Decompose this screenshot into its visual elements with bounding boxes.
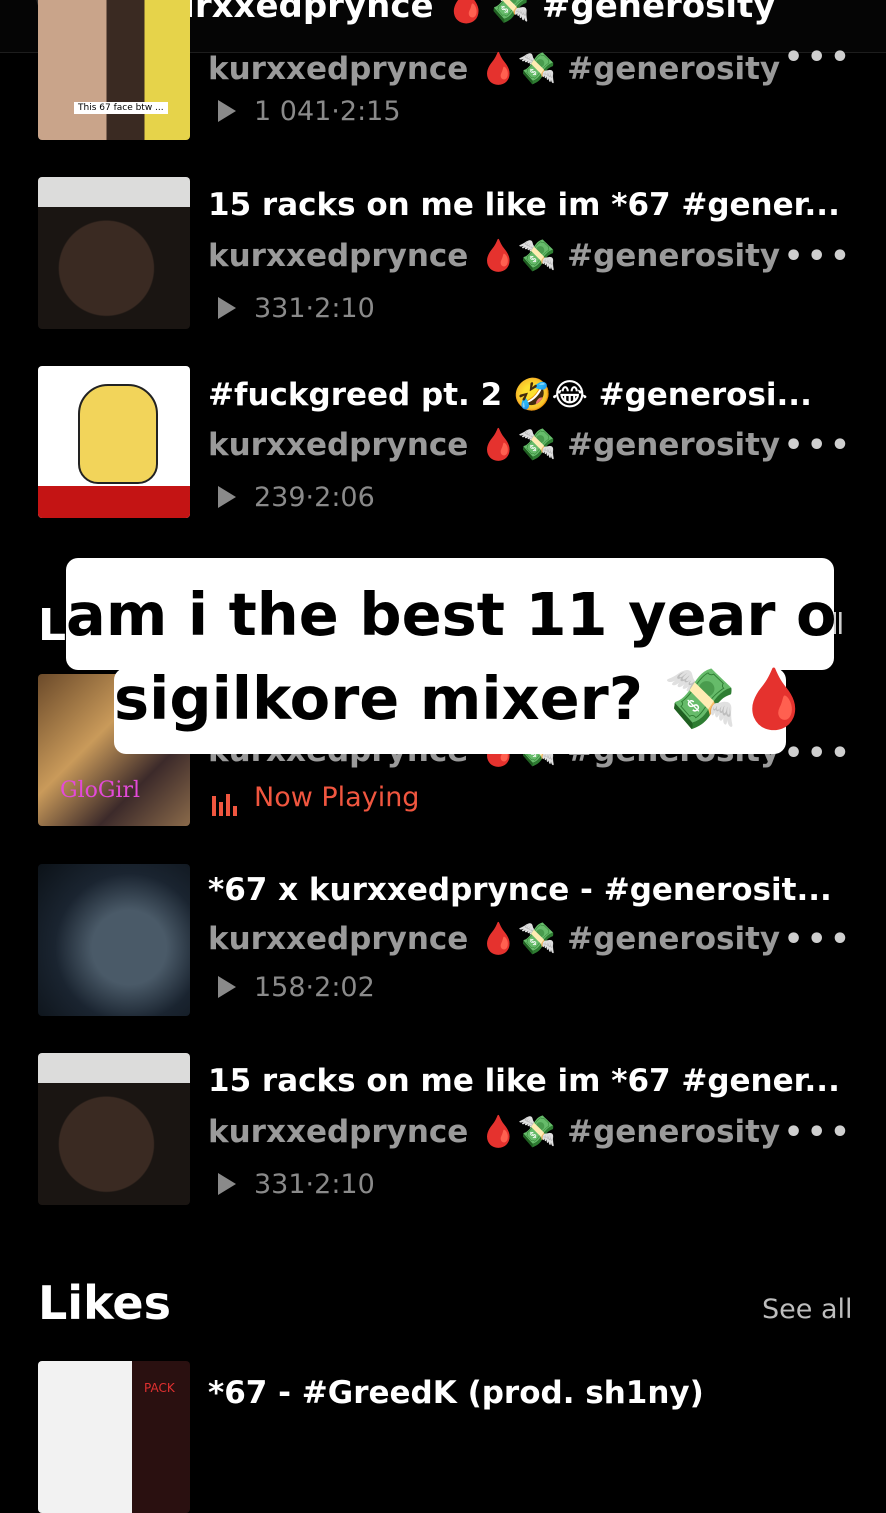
duration: 2:10 [314, 1169, 375, 1200]
track-artist: kurxxedprynce 🩸💸 #generosity [208, 238, 781, 274]
play-icon [218, 100, 236, 122]
track-row[interactable]: 15 racks on me like im *67 #gener... kur… [0, 1053, 886, 1205]
more-options-icon[interactable]: ••• [784, 428, 854, 463]
track-title: #fuckgreed pt. 2 🤣😂 #generosi... [208, 377, 812, 413]
duration: 2:06 [314, 482, 375, 513]
separator: · [331, 96, 340, 127]
track-artist: kurxxedprynce 🩸💸 #generosity [208, 51, 781, 87]
track-title: *67 - #GreedK (prod. sh1ny) [208, 1375, 704, 1411]
track-meta: 1 041·2:15 [218, 96, 401, 127]
now-playing-label: Now Playing [254, 782, 420, 813]
separator: · [305, 972, 315, 1003]
duration: 2:10 [314, 293, 375, 324]
thumb-blood [38, 486, 190, 518]
play-icon [218, 976, 236, 998]
thumb-overlay [38, 1053, 190, 1083]
play-count: 239 [254, 482, 306, 513]
caption-line-1: am i the best 11 year old [66, 580, 886, 649]
track-title: *67 x kurxxedprynce - #generosit... [208, 872, 832, 908]
track-meta: 331·2:10 [218, 1169, 375, 1200]
now-playing-indicator: Now Playing [212, 782, 419, 816]
play-count: 331 [254, 1169, 306, 1200]
track-row[interactable]: PACK *67 - #GreedK (prod. sh1ny) [0, 1361, 886, 1513]
play-count: 1 041 [254, 96, 332, 127]
more-options-icon[interactable]: ••• [784, 922, 854, 957]
track-thumbnail [38, 177, 190, 329]
play-icon [218, 297, 236, 319]
section-heading: L [38, 600, 67, 651]
separator: · [305, 293, 315, 324]
play-count: 331 [254, 293, 306, 324]
separator: · [305, 482, 315, 513]
track-artist: kurxxedprynce 🩸💸 #generosity [208, 921, 781, 957]
track-thumbnail: This 67 face btw ... [38, 0, 190, 140]
more-options-icon[interactable]: ••• [784, 239, 854, 274]
likes-heading: Likes [38, 1276, 172, 1330]
more-options-icon[interactable]: ••• [784, 1115, 854, 1150]
see-all-link[interactable]: See all [762, 1294, 853, 1325]
track-meta: 158·2:02 [218, 972, 375, 1003]
track-row[interactable]: *67 x kurxxedprynce - #generosit... kurx… [0, 864, 886, 1016]
track-thumbnail [38, 1053, 190, 1205]
track-row[interactable]: 15 racks on me like im *67 #gener... kur… [0, 177, 886, 329]
more-options-icon[interactable]: ••• [784, 40, 854, 75]
track-title: 15 racks on me like im *67 #gener... [208, 1063, 840, 1099]
separator: · [305, 1169, 315, 1200]
thumb-caption: This 67 face btw ... [74, 102, 168, 114]
equalizer-icon [212, 785, 240, 816]
track-artist: kurxxedprynce 🩸💸 #generosity [208, 427, 781, 463]
track-thumbnail [38, 864, 190, 1016]
duration: 2:15 [339, 96, 401, 127]
thumb-caption: PACK [144, 1381, 175, 1395]
play-count: 158 [254, 972, 306, 1003]
track-row[interactable]: This 67 face btw ... kurxxedprynce 🩸💸 #g… [0, 0, 886, 140]
play-icon [218, 1173, 236, 1195]
duration: 2:02 [314, 972, 375, 1003]
more-options-icon[interactable]: ••• [784, 736, 854, 771]
track-artist: kurxxedprynce 🩸💸 #generosity [208, 1114, 781, 1150]
play-icon [218, 486, 236, 508]
thumb-caption: GloGirl [60, 778, 141, 803]
thumb-overlay [38, 177, 190, 207]
track-thumbnail: PACK [38, 1361, 190, 1513]
thumb-character [78, 384, 158, 484]
track-title: 15 racks on me like im *67 #gener... [208, 187, 840, 223]
track-meta: 331·2:10 [218, 293, 375, 324]
track-meta: 239·2:06 [218, 482, 375, 513]
caption-line-2: sigilkore mixer? 💸🩸 [114, 664, 811, 733]
track-row[interactable]: #fuckgreed pt. 2 🤣😂 #generosi... kurxxed… [0, 366, 886, 518]
track-thumbnail [38, 366, 190, 518]
